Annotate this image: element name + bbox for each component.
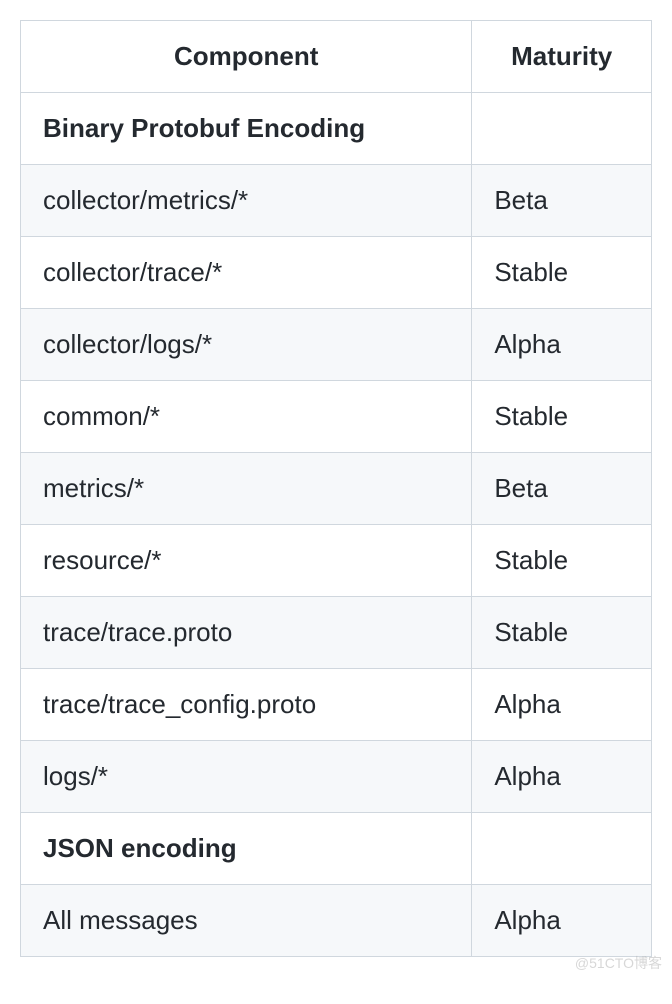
cell-maturity: Alpha — [472, 309, 652, 381]
table-row: metrics/*Beta — [21, 453, 652, 525]
table-row: collector/metrics/*Beta — [21, 165, 652, 237]
cell-component: collector/trace/* — [21, 237, 472, 309]
table-row: common/*Stable — [21, 381, 652, 453]
cell-maturity: Alpha — [472, 885, 652, 957]
table-row: collector/logs/*Alpha — [21, 309, 652, 381]
cell-maturity: Alpha — [472, 741, 652, 813]
maturity-table: Component Maturity Binary Protobuf Encod… — [20, 20, 652, 957]
cell-maturity: Beta — [472, 453, 652, 525]
cell-maturity: Stable — [472, 237, 652, 309]
table-row: JSON encoding — [21, 813, 652, 885]
cell-component: All messages — [21, 885, 472, 957]
cell-maturity: Alpha — [472, 669, 652, 741]
cell-component: Binary Protobuf Encoding — [21, 93, 472, 165]
cell-component: trace/trace_config.proto — [21, 669, 472, 741]
cell-component: common/* — [21, 381, 472, 453]
table-row: Binary Protobuf Encoding — [21, 93, 652, 165]
watermark: @51CTO博客 — [575, 953, 662, 973]
cell-maturity: Stable — [472, 381, 652, 453]
table-header-row: Component Maturity — [21, 21, 652, 93]
cell-component: JSON encoding — [21, 813, 472, 885]
table-row: logs/*Alpha — [21, 741, 652, 813]
cell-maturity: Stable — [472, 525, 652, 597]
cell-maturity: Beta — [472, 165, 652, 237]
cell-component: logs/* — [21, 741, 472, 813]
table-row: All messagesAlpha — [21, 885, 652, 957]
cell-maturity — [472, 93, 652, 165]
header-maturity: Maturity — [472, 21, 652, 93]
cell-component: metrics/* — [21, 453, 472, 525]
cell-component: collector/metrics/* — [21, 165, 472, 237]
cell-component: resource/* — [21, 525, 472, 597]
cell-maturity — [472, 813, 652, 885]
table-row: resource/*Stable — [21, 525, 652, 597]
table-row: trace/trace.protoStable — [21, 597, 652, 669]
cell-component: trace/trace.proto — [21, 597, 472, 669]
cell-maturity: Stable — [472, 597, 652, 669]
table-row: collector/trace/*Stable — [21, 237, 652, 309]
cell-component: collector/logs/* — [21, 309, 472, 381]
table-row: trace/trace_config.protoAlpha — [21, 669, 652, 741]
header-component: Component — [21, 21, 472, 93]
